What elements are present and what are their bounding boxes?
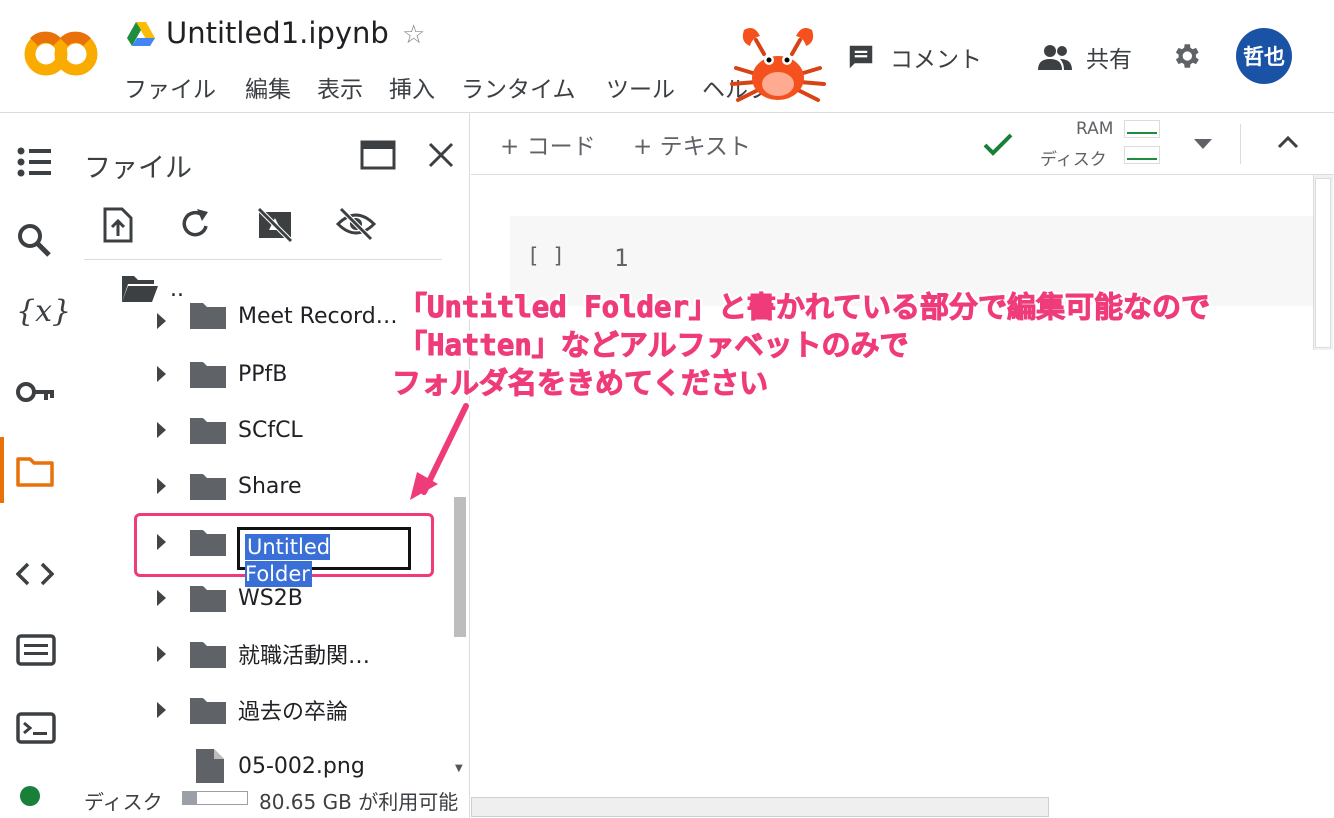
folder-name: PPfB bbox=[238, 361, 288, 387]
folder-icon bbox=[190, 586, 226, 612]
folder-name: SCfCL bbox=[238, 417, 303, 443]
tree-row[interactable]: Share bbox=[0, 466, 302, 506]
expand-icon[interactable] bbox=[157, 590, 166, 606]
annotation-line-1: 「Untitled Folder」と書かれている部分で編集可能なので bbox=[397, 284, 1211, 326]
user-avatar[interactable]: 哲也 bbox=[1236, 28, 1292, 84]
connected-check-icon bbox=[982, 132, 1014, 158]
rename-folder-input[interactable]: Untitled Folder bbox=[237, 527, 411, 587]
menu-edit[interactable]: 編集 bbox=[245, 70, 291, 104]
horizontal-scrollbar[interactable] bbox=[471, 797, 1049, 817]
ram-meter bbox=[1124, 120, 1160, 138]
expand-icon[interactable] bbox=[157, 313, 166, 329]
tree-row[interactable]: SCfCL bbox=[0, 410, 303, 450]
anno-code-folder: Untitled Folder bbox=[427, 290, 690, 325]
notebook-title[interactable]: Untitled1.ipynb bbox=[166, 16, 389, 50]
expand-icon[interactable] bbox=[157, 646, 166, 662]
search-icon[interactable] bbox=[16, 222, 52, 258]
add-code-button[interactable]: + コード bbox=[500, 127, 596, 161]
cell-run-indicator[interactable]: [ ] bbox=[527, 244, 565, 268]
file-name: 05-002.png bbox=[238, 753, 365, 779]
star-icon[interactable]: ☆ bbox=[402, 20, 425, 50]
disk-meter bbox=[1124, 146, 1160, 164]
disk-label: ディスク bbox=[84, 790, 163, 814]
open-in-tab-icon[interactable] bbox=[360, 140, 396, 170]
settings-gear-icon[interactable] bbox=[1170, 40, 1202, 72]
menu-tools[interactable]: ツール bbox=[606, 70, 675, 104]
notebook-scrollbar-thumb[interactable] bbox=[1315, 178, 1331, 348]
expand-icon[interactable] bbox=[157, 702, 166, 718]
expand-icon[interactable] bbox=[157, 422, 166, 438]
expand-icon[interactable] bbox=[157, 366, 166, 382]
folder-name: Meet Record… bbox=[238, 304, 398, 329]
panel-divider bbox=[84, 259, 442, 260]
disk-free-text: 80.65 GB が利用可能 bbox=[259, 790, 459, 814]
upload-file-icon[interactable] bbox=[102, 206, 134, 244]
menu-insert[interactable]: 挿入 bbox=[389, 70, 435, 104]
close-icon[interactable] bbox=[426, 140, 456, 170]
anno-text: 」と書かれている部分で編集可能なので bbox=[688, 290, 1211, 325]
disk-usage-bar bbox=[182, 791, 248, 805]
tree-row[interactable]: PPfB bbox=[0, 354, 287, 394]
tree-row[interactable]: 過去の卒論 bbox=[0, 690, 348, 730]
folder-icon bbox=[190, 642, 226, 668]
anno-bracket-open: 「 bbox=[397, 328, 428, 363]
folder-icon bbox=[190, 698, 226, 724]
folder-icon bbox=[190, 303, 226, 329]
panel-title: ファイル bbox=[84, 153, 192, 184]
folder-name: 過去の卒論 bbox=[238, 700, 349, 725]
runtime-disk-label: ディスク bbox=[1040, 150, 1107, 170]
google-drive-icon[interactable] bbox=[127, 22, 155, 46]
comment-icon bbox=[849, 45, 873, 69]
crab-mascot-icon bbox=[726, 24, 830, 108]
annotation-line-3: フォルダ名をきめてください bbox=[391, 366, 769, 401]
toolbar-separator bbox=[1240, 124, 1241, 164]
table-of-contents-icon[interactable] bbox=[16, 145, 54, 179]
ram-label: RAM bbox=[1076, 119, 1114, 139]
folder-icon bbox=[190, 474, 226, 500]
folder-icon bbox=[190, 362, 226, 388]
tree-row[interactable]: 就職活動関… bbox=[0, 634, 370, 674]
menu-file[interactable]: ファイル bbox=[124, 70, 216, 104]
connection-status-dot bbox=[20, 786, 40, 806]
refresh-icon[interactable] bbox=[180, 206, 212, 242]
parent-dir-label: .. bbox=[170, 276, 184, 302]
scroll-down-icon[interactable]: ▼ bbox=[455, 763, 463, 774]
anno-code-example: Hatten bbox=[427, 328, 533, 363]
folder-name: Share bbox=[238, 473, 302, 499]
annotation-line-2: 「Hatten」などアルファベットのみで bbox=[397, 322, 909, 364]
folder-name: WS2B bbox=[238, 585, 303, 611]
anno-text: 」などアルファベットのみで bbox=[531, 328, 909, 363]
tree-row[interactable]: 05-002.png bbox=[0, 746, 365, 786]
collapse-header-icon[interactable] bbox=[1276, 134, 1300, 150]
share-label: 共有 bbox=[1086, 47, 1132, 73]
resources-dropdown-icon[interactable] bbox=[1194, 139, 1212, 149]
anno-bracket-open: 「 bbox=[397, 290, 428, 325]
mount-drive-off-icon[interactable] bbox=[256, 206, 294, 244]
comment-button[interactable]: コメント bbox=[846, 40, 982, 74]
expand-icon[interactable] bbox=[157, 478, 166, 494]
folder-name: 就職活動関… bbox=[238, 644, 371, 669]
annotation-arrow bbox=[400, 400, 480, 510]
cell-line-number: 1 bbox=[614, 244, 629, 272]
disk-usage-fill bbox=[183, 792, 198, 804]
colab-logo[interactable] bbox=[24, 28, 98, 80]
menu-view[interactable]: 表示 bbox=[317, 70, 363, 104]
file-icon bbox=[196, 749, 224, 783]
comment-label: コメント bbox=[890, 47, 982, 73]
people-icon bbox=[1038, 45, 1072, 70]
tree-row[interactable]: Meet Record… bbox=[0, 299, 398, 329]
hide-hidden-files-icon[interactable] bbox=[336, 206, 376, 242]
folder-icon bbox=[190, 418, 226, 444]
menu-runtime[interactable]: ランタイム bbox=[461, 70, 576, 104]
scrollbar-thumb[interactable] bbox=[454, 497, 466, 637]
share-button[interactable]: 共有 bbox=[1038, 40, 1132, 74]
add-text-button[interactable]: + テキスト bbox=[633, 127, 751, 161]
